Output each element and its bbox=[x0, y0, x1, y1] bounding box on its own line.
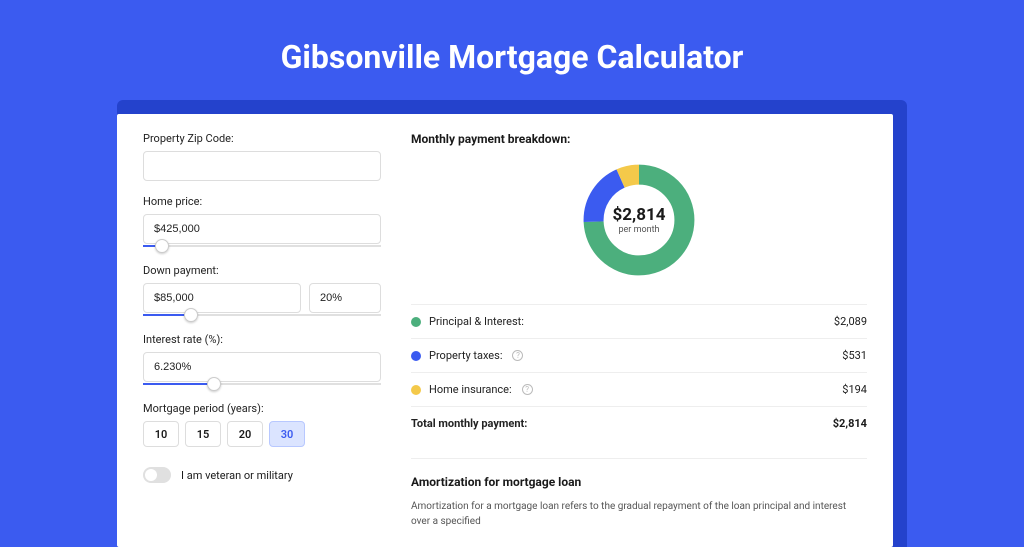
donut-center: $2,814 per month bbox=[579, 160, 699, 280]
breakdown-total-row: Total monthly payment: $2,814 bbox=[411, 406, 867, 440]
donut-amount: $2,814 bbox=[613, 205, 666, 225]
results-column: Monthly payment breakdown: $2,814 per mo… bbox=[411, 132, 867, 529]
breakdown-row: Property taxes:? $531 bbox=[411, 338, 867, 372]
mortgage-period-field-group: Mortgage period (years): 10152030 bbox=[143, 402, 381, 447]
veteran-toggle[interactable] bbox=[143, 467, 171, 483]
mortgage-period-options: 10152030 bbox=[143, 421, 381, 447]
down-payment-percent-input[interactable] bbox=[309, 283, 381, 313]
home-price-slider[interactable] bbox=[143, 242, 381, 250]
interest-rate-input[interactable] bbox=[143, 352, 381, 382]
veteran-toggle-row: I am veteran or military bbox=[143, 467, 381, 483]
legend-dot bbox=[411, 317, 421, 327]
donut-sub: per month bbox=[618, 225, 659, 235]
breakdown-value: $194 bbox=[842, 383, 867, 396]
period-button-30[interactable]: 30 bbox=[269, 421, 305, 447]
breakdown-label: Principal & Interest: bbox=[429, 315, 524, 328]
toggle-knob bbox=[145, 469, 157, 481]
info-icon[interactable]: ? bbox=[512, 350, 523, 361]
down-payment-slider[interactable] bbox=[143, 311, 381, 319]
mortgage-period-label: Mortgage period (years): bbox=[143, 402, 381, 415]
down-payment-label: Down payment: bbox=[143, 264, 381, 277]
interest-rate-label: Interest rate (%): bbox=[143, 333, 381, 346]
amortization-section: Amortization for mortgage loan Amortizat… bbox=[411, 458, 867, 529]
interest-rate-field-group: Interest rate (%): bbox=[143, 333, 381, 388]
breakdown-label: Property taxes: bbox=[429, 349, 502, 362]
total-value: $2,814 bbox=[833, 417, 867, 430]
total-label: Total monthly payment: bbox=[411, 417, 527, 430]
amortization-title: Amortization for mortgage loan bbox=[411, 475, 867, 489]
down-payment-field-group: Down payment: bbox=[143, 264, 381, 319]
period-button-15[interactable]: 15 bbox=[185, 421, 221, 447]
breakdown-row: Principal & Interest: $2,089 bbox=[411, 304, 867, 338]
home-price-label: Home price: bbox=[143, 195, 381, 208]
breakdown-title: Monthly payment breakdown: bbox=[411, 132, 867, 146]
breakdown-label: Home insurance: bbox=[429, 383, 512, 396]
legend-dot bbox=[411, 351, 421, 361]
page-title: Gibsonville Mortgage Calculator bbox=[0, 0, 1024, 100]
zip-label: Property Zip Code: bbox=[143, 132, 381, 145]
inputs-column: Property Zip Code: Home price: Down paym… bbox=[143, 132, 381, 529]
calculator-card: Property Zip Code: Home price: Down paym… bbox=[117, 114, 893, 547]
slider-thumb[interactable] bbox=[207, 377, 221, 391]
breakdown-list: Principal & Interest: $2,089 Property taxe… bbox=[411, 304, 867, 406]
veteran-label: I am veteran or military bbox=[181, 469, 293, 482]
zip-input[interactable] bbox=[143, 151, 381, 181]
home-price-input[interactable] bbox=[143, 214, 381, 244]
donut-chart-wrap: $2,814 per month bbox=[411, 160, 867, 280]
period-button-20[interactable]: 20 bbox=[227, 421, 263, 447]
breakdown-value: $531 bbox=[842, 349, 867, 362]
donut-chart: $2,814 per month bbox=[579, 160, 699, 280]
zip-field-group: Property Zip Code: bbox=[143, 132, 381, 181]
info-icon[interactable]: ? bbox=[522, 384, 533, 395]
amortization-text: Amortization for a mortgage loan refers … bbox=[411, 499, 867, 529]
slider-thumb[interactable] bbox=[155, 239, 169, 253]
down-payment-amount-input[interactable] bbox=[143, 283, 301, 313]
period-button-10[interactable]: 10 bbox=[143, 421, 179, 447]
home-price-field-group: Home price: bbox=[143, 195, 381, 250]
breakdown-value: $2,089 bbox=[834, 315, 867, 328]
interest-rate-slider[interactable] bbox=[143, 380, 381, 388]
card-shadow: Property Zip Code: Home price: Down paym… bbox=[117, 100, 907, 547]
breakdown-row: Home insurance:? $194 bbox=[411, 372, 867, 406]
slider-thumb[interactable] bbox=[184, 308, 198, 322]
legend-dot bbox=[411, 385, 421, 395]
